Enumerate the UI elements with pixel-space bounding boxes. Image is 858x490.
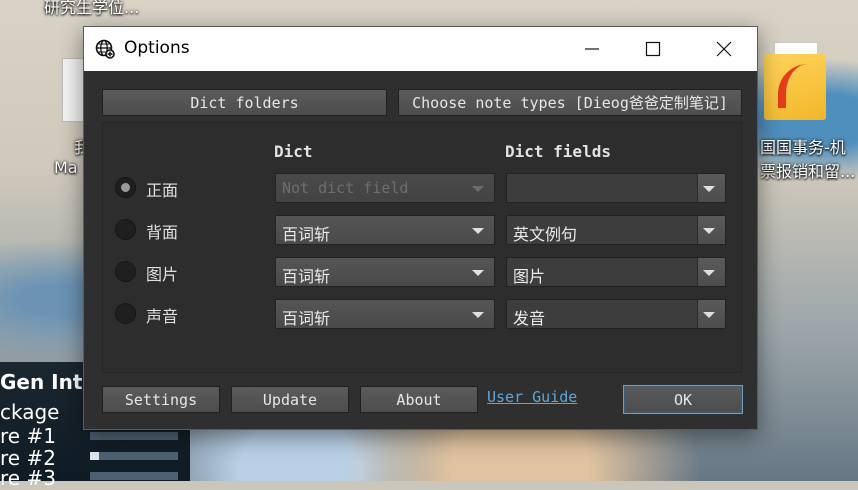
options-dialog: Options Dict folders Choose note types [… [83, 26, 758, 430]
dict-select-front: Not dict field [275, 173, 495, 203]
chevron-down-icon [703, 228, 715, 234]
dict-fields-column-header: Dict fields [505, 142, 611, 161]
progress-bar [90, 472, 178, 480]
progress-bar [90, 452, 178, 460]
dict-select-sound[interactable]: 百词斩 [275, 299, 495, 329]
chevron-down-icon [472, 186, 484, 192]
desktop-file-label[interactable]: Ma [54, 158, 78, 177]
background-panel-line: re #1 [0, 424, 56, 448]
user-guide-link[interactable]: User Guide [487, 388, 577, 406]
dict-folders-button[interactable]: Dict folders [102, 89, 387, 116]
chevron-down-icon [472, 312, 484, 318]
dict-select-value: 百词斩 [282, 225, 331, 244]
dict-select-value: Not dict field [282, 179, 409, 197]
field-select-sound[interactable]: 发音 [506, 299, 726, 329]
chevron-down-icon [472, 270, 484, 276]
window-title: Options [124, 38, 190, 58]
dict-select-back[interactable]: 百词斩 [275, 215, 495, 245]
background-panel-line: ckage [0, 400, 60, 424]
pdf-file-icon[interactable] [764, 40, 826, 120]
dict-select-image[interactable]: 百词斩 [275, 257, 495, 287]
chevron-down-icon [703, 312, 715, 318]
dict-column-header: Dict [274, 142, 313, 161]
chevron-down-icon [703, 270, 715, 276]
minimize-button[interactable] [569, 27, 615, 71]
desktop-file-icon[interactable] [62, 58, 84, 122]
title-bar[interactable]: Options [84, 27, 757, 71]
desktop-file-label[interactable]: 票报销和留... [760, 158, 855, 182]
background-panel-title: Gen Int [0, 370, 83, 394]
field-select-value: 图片 [513, 267, 546, 286]
dict-select-value: 百词斩 [282, 309, 331, 328]
chevron-down-icon [472, 228, 484, 234]
radio-sound[interactable] [115, 303, 136, 324]
field-select-front[interactable] [506, 173, 726, 203]
row-label-back: 背面 [146, 223, 179, 242]
field-select-value: 发音 [513, 309, 546, 328]
close-button[interactable] [701, 27, 747, 71]
desktop-file-label[interactable]: 研究生学位... [44, 0, 139, 18]
background-panel-line: re #3 [0, 466, 56, 490]
maximize-icon [645, 41, 661, 57]
row-label-image: 图片 [146, 265, 179, 284]
field-select-value: 英文例句 [513, 225, 578, 244]
field-mapping-group [102, 122, 742, 373]
row-label-front: 正面 [146, 181, 179, 200]
close-icon [716, 41, 732, 57]
dict-select-value: 百词斩 [282, 267, 331, 286]
ok-button[interactable]: OK [623, 385, 743, 414]
maximize-button[interactable] [630, 27, 676, 71]
radio-image[interactable] [115, 261, 136, 282]
choose-note-types-button[interactable]: Choose note types [Dieog爸爸定制笔记] [398, 89, 742, 116]
globe-icon [95, 39, 115, 59]
minimize-icon [585, 48, 599, 50]
field-select-back[interactable]: 英文例句 [506, 215, 726, 245]
row-label-sound: 声音 [146, 307, 179, 326]
update-button[interactable]: Update [231, 386, 349, 413]
radio-front[interactable] [115, 177, 136, 198]
field-select-image[interactable]: 图片 [506, 257, 726, 287]
desktop-file-label[interactable]: 国国事务-机 [760, 134, 846, 158]
about-button[interactable]: About [360, 386, 478, 413]
progress-bar [90, 432, 178, 440]
settings-button[interactable]: Settings [102, 386, 220, 413]
radio-back[interactable] [115, 219, 136, 240]
chevron-down-icon [703, 186, 715, 192]
